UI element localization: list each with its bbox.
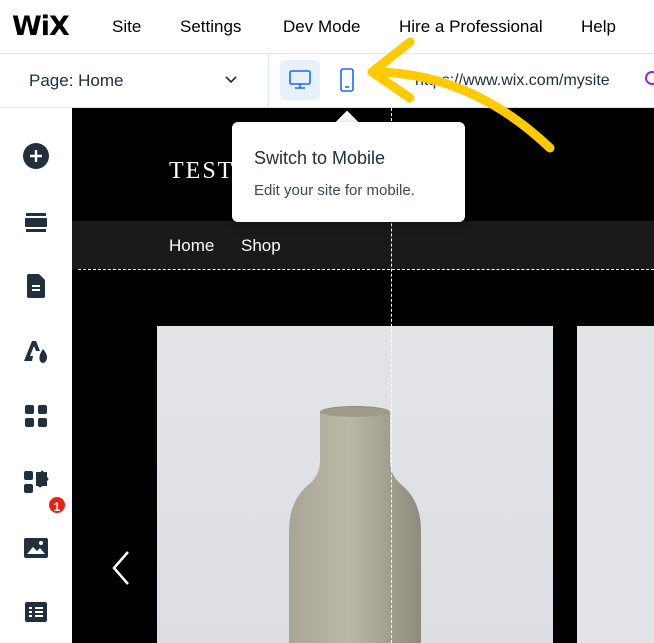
desktop-icon xyxy=(289,70,311,89)
wix-logo[interactable]: WiX xyxy=(12,11,70,42)
tooltip-body: Edit your site for mobile. xyxy=(254,182,415,199)
header-boundary-line xyxy=(78,269,654,270)
top-bar: WiX Site Settings Dev Mode Hire a Profes… xyxy=(0,0,654,54)
editor-toolbar: Page: Home https://www.wix.com/mysite xyxy=(0,54,654,108)
cms-icon[interactable] xyxy=(20,596,52,628)
site-nav-shop[interactable]: Shop xyxy=(241,236,281,256)
menu-help[interactable]: Help xyxy=(581,17,616,37)
add-icon[interactable] xyxy=(20,140,52,172)
design-icon[interactable] xyxy=(20,336,52,368)
page-selector[interactable]: Page: Home xyxy=(0,54,269,107)
gallery-prev-arrow-icon[interactable] xyxy=(108,548,132,588)
sections-icon[interactable] xyxy=(20,206,52,238)
menu-site[interactable]: Site xyxy=(112,17,141,37)
product-image[interactable] xyxy=(157,326,553,643)
site-nav-home[interactable]: Home xyxy=(169,236,214,256)
media-icon[interactable] xyxy=(20,532,52,564)
apps-notification-badge: 1 xyxy=(47,495,67,515)
mobile-view-button[interactable] xyxy=(327,60,367,100)
tooltip-title: Switch to Mobile xyxy=(254,148,386,168)
product-image-next[interactable] xyxy=(577,326,654,643)
menu-settings[interactable]: Settings xyxy=(180,17,241,37)
site-url[interactable]: https://www.wix.com/mysite xyxy=(415,72,610,90)
page-selector-label: Page: Home xyxy=(29,71,124,90)
menu-dev-mode[interactable]: Dev Mode xyxy=(283,17,360,37)
left-toolbar: 1 xyxy=(0,108,72,643)
apps-icon[interactable] xyxy=(20,400,52,432)
switch-to-mobile-tooltip: Switch to Mobile Edit your site for mobi… xyxy=(232,122,465,222)
menu-hire-professional[interactable]: Hire a Professional xyxy=(399,17,543,37)
mobile-icon xyxy=(340,68,354,92)
desktop-view-button[interactable] xyxy=(280,60,320,100)
vase-image xyxy=(289,406,421,643)
url-status-icon xyxy=(645,71,654,85)
business-icon[interactable] xyxy=(20,466,52,498)
chevron-down-icon xyxy=(225,76,237,84)
pages-icon[interactable] xyxy=(20,270,52,302)
site-nav-strip xyxy=(72,221,654,269)
